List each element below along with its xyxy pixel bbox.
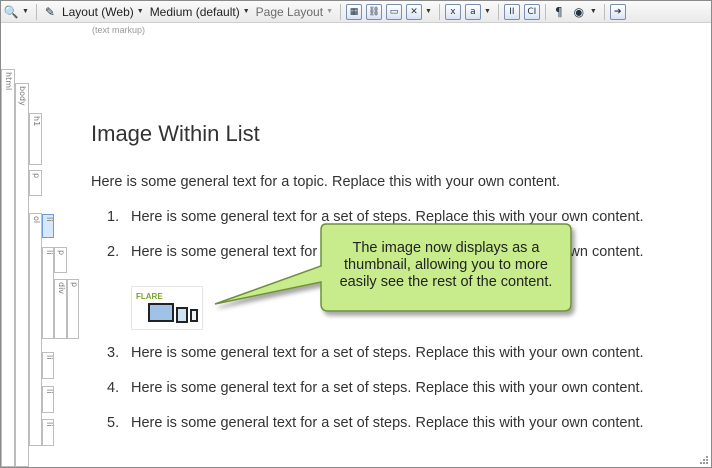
editor-toolbar: 🔍 ▼ ✎ Layout (Web) ▼ Medium (default) ▼ … <box>1 1 711 23</box>
structure-p-3[interactable]: p <box>67 279 79 339</box>
structure-p-2[interactable]: p <box>54 247 67 273</box>
list-item-text: Here is some general text for a set of s… <box>131 345 644 361</box>
phone-graphic <box>190 309 198 322</box>
list-item[interactable]: 5. Here is some general text for a set o… <box>107 415 701 431</box>
page-layout-dropdown[interactable]: Page Layout <box>256 5 323 19</box>
structure-h1[interactable]: h1 <box>29 113 42 165</box>
insert-symbol-icon[interactable]: ✕ <box>406 3 422 20</box>
track-changes-icon[interactable]: ✎ <box>42 4 58 20</box>
list-item[interactable]: 3. Here is some general text for a set o… <box>107 345 701 361</box>
structure-body[interactable]: body <box>15 83 29 467</box>
layout-dropdown[interactable]: Layout (Web) <box>62 5 134 19</box>
topic-heading[interactable]: Image Within List <box>91 121 701 147</box>
structure-html[interactable]: html <box>1 69 15 467</box>
condition-icon[interactable]: II <box>503 3 520 20</box>
text-icon[interactable]: x <box>444 3 461 20</box>
list-item-number: 2. <box>107 244 120 260</box>
toolbar-separator <box>340 3 341 20</box>
list-item[interactable]: 4. Here is some general text for a set o… <box>107 380 701 396</box>
zoom-icon[interactable]: 🔍 <box>3 4 19 20</box>
thumbnail-logo: FLARE <box>136 292 163 301</box>
show-tags-dropdown-arrow[interactable]: ▼ <box>590 8 597 15</box>
toolbar-separator <box>544 3 546 20</box>
toolbar-separator <box>35 3 37 20</box>
structure-div[interactable]: div <box>54 279 67 339</box>
preview-icon[interactable]: ➔ <box>609 3 626 20</box>
desktop-screen-graphic <box>148 303 174 322</box>
structure-li-3[interactable]: li <box>42 352 54 379</box>
list-item-number: 3. <box>107 345 120 361</box>
editor-window: 🔍 ▼ ✎ Layout (Web) ▼ Medium (default) ▼ … <box>0 0 712 468</box>
callout-text: The image now displays as a thumbnail, a… <box>339 240 553 290</box>
page-layout-dropdown-arrow[interactable]: ▼ <box>326 8 333 15</box>
variable-icon[interactable]: a <box>464 3 481 20</box>
list-item-number: 4. <box>107 380 120 396</box>
thumbnail-image[interactable]: FLARE <box>131 286 203 330</box>
snippet-icon[interactable]: CI <box>523 3 540 20</box>
paragraph-icon[interactable]: ¶ <box>551 4 567 20</box>
insert-picture-icon[interactable]: ▭ <box>386 3 402 20</box>
structure-bar: html body h1 p ol li li p div p li li li <box>1 69 81 467</box>
list-item-text: Here is some general text for a set of s… <box>131 380 644 396</box>
structure-li-2[interactable]: li <box>42 247 54 339</box>
show-tags-icon[interactable]: ◉ <box>571 4 587 20</box>
intro-paragraph[interactable]: Here is some general text for a topic. R… <box>91 174 701 190</box>
toolbar-separator <box>497 3 499 20</box>
medium-dropdown[interactable]: Medium (default) <box>150 5 240 19</box>
structure-li-1[interactable]: li <box>42 214 54 238</box>
variable-dropdown-arrow[interactable]: ▼ <box>484 8 491 15</box>
tablet-graphic <box>176 307 188 323</box>
list-item-number: 1. <box>107 209 120 225</box>
insert-link-icon[interactable]: ⛓ <box>366 3 382 20</box>
toolbar-separator <box>603 3 605 20</box>
toolbar-separator <box>438 3 440 20</box>
structure-li-5[interactable]: li <box>42 419 54 446</box>
zoom-dropdown-arrow[interactable]: ▼ <box>22 8 29 15</box>
list-item-text: Here is some general text for a set of s… <box>131 415 644 431</box>
medium-dropdown-arrow[interactable]: ▼ <box>243 8 250 15</box>
text-markup-label: (text markup) <box>92 25 146 35</box>
insert-image-icon[interactable]: ▦ <box>346 3 362 20</box>
list-item-number: 5. <box>107 415 120 431</box>
layout-dropdown-arrow[interactable]: ▼ <box>137 8 144 15</box>
resize-grip-icon[interactable] <box>697 453 709 465</box>
structure-li-4[interactable]: li <box>42 386 54 413</box>
structure-p[interactable]: p <box>29 170 42 196</box>
structure-ol[interactable]: ol <box>29 213 42 446</box>
insert-symbol-dropdown-arrow[interactable]: ▼ <box>425 8 432 15</box>
